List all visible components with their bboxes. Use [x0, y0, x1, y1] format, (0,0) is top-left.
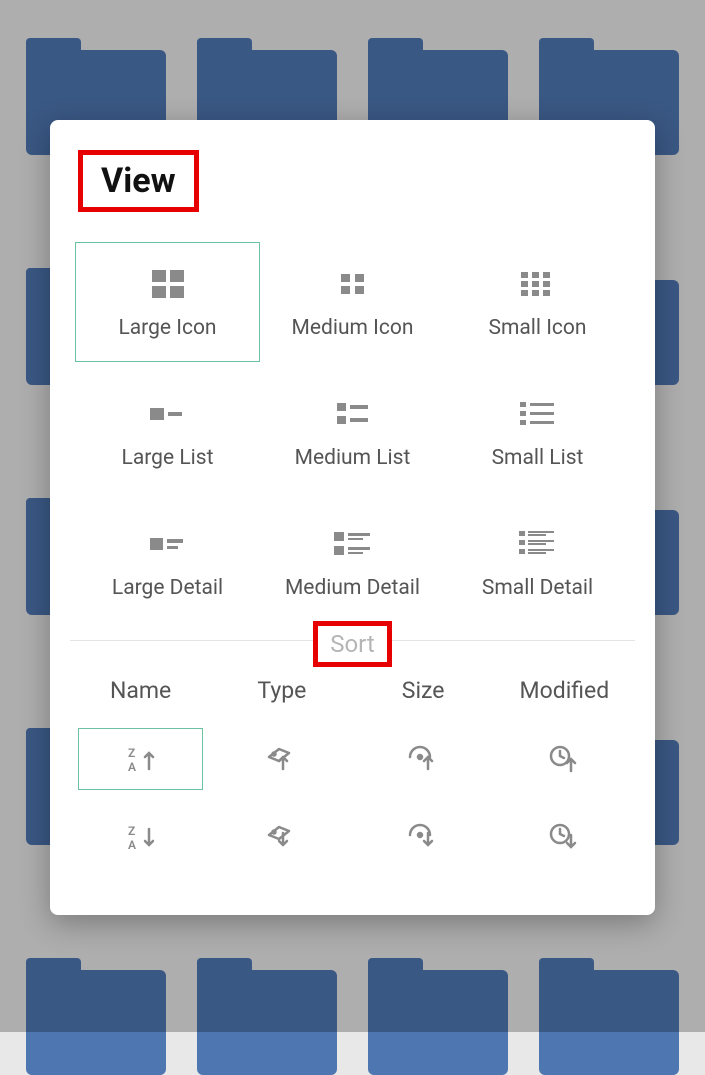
sort-section-header: Sort [313, 621, 392, 667]
sort-ascending-row: ZA [70, 724, 635, 794]
view-option-label: Large List [122, 446, 214, 470]
view-option-label: Medium Detail [285, 576, 420, 600]
view-option-small-detail[interactable]: Small Detail [445, 502, 630, 622]
sort-name-asc-icon: ZA [123, 743, 159, 775]
view-option-label: Medium Icon [292, 316, 414, 340]
view-option-label: Small Detail [482, 576, 593, 600]
sort-descending-row: ZA [70, 802, 635, 872]
small-list-icon [517, 394, 559, 434]
sort-type-asc-icon [265, 743, 299, 775]
sort-type-desc-icon [265, 821, 299, 853]
view-option-large-list[interactable]: Large List [75, 372, 260, 492]
view-option-small-list[interactable]: Small List [445, 372, 630, 492]
svg-text:A: A [128, 760, 136, 774]
sort-size-descending[interactable] [361, 806, 486, 868]
view-option-large-icon[interactable]: Large Icon [75, 242, 260, 362]
medium-detail-icon [331, 524, 375, 564]
sort-type-ascending[interactable] [219, 728, 344, 790]
dialog-title: View [78, 150, 199, 212]
large-list-icon [148, 394, 188, 434]
sort-name-ascending[interactable]: ZA [78, 728, 203, 790]
sort-type-descending[interactable] [219, 806, 344, 868]
sort-size-desc-icon [406, 821, 440, 853]
view-option-medium-detail[interactable]: Medium Detail [260, 502, 445, 622]
sort-modified-descending[interactable] [502, 806, 627, 868]
svg-text:Z: Z [128, 824, 135, 838]
view-option-label: Large Icon [118, 316, 216, 340]
svg-text:A: A [128, 838, 136, 852]
view-option-small-icon[interactable]: Small Icon [445, 242, 630, 362]
sort-modified-desc-icon [547, 821, 581, 853]
view-option-large-detail[interactable]: Large Detail [75, 502, 260, 622]
sort-size-ascending[interactable] [361, 728, 486, 790]
large-detail-icon [148, 524, 188, 564]
large-icon-icon [148, 264, 188, 304]
view-option-label: Small Icon [488, 316, 586, 340]
view-option-medium-icon[interactable]: Medium Icon [260, 242, 445, 362]
sort-modified-asc-icon [547, 743, 581, 775]
medium-list-icon [333, 394, 373, 434]
svg-text:Z: Z [128, 746, 135, 760]
view-option-label: Medium List [295, 446, 411, 470]
sort-name-descending[interactable]: ZA [78, 806, 203, 868]
sort-modified-ascending[interactable] [502, 728, 627, 790]
view-option-label: Small List [492, 446, 584, 470]
sort-size-asc-icon [406, 743, 440, 775]
sort-name-desc-icon: ZA [123, 821, 159, 853]
view-sort-dialog: View Large Icon Medium Icon Small Icon [50, 120, 655, 915]
small-detail-icon [516, 524, 560, 564]
small-icon-icon [518, 264, 558, 304]
view-option-label: Large Detail [112, 576, 223, 600]
medium-icon-icon [335, 264, 371, 304]
view-option-medium-list[interactable]: Medium List [260, 372, 445, 492]
view-options-grid: Large Icon Medium Icon Small Icon Larg [70, 242, 635, 622]
